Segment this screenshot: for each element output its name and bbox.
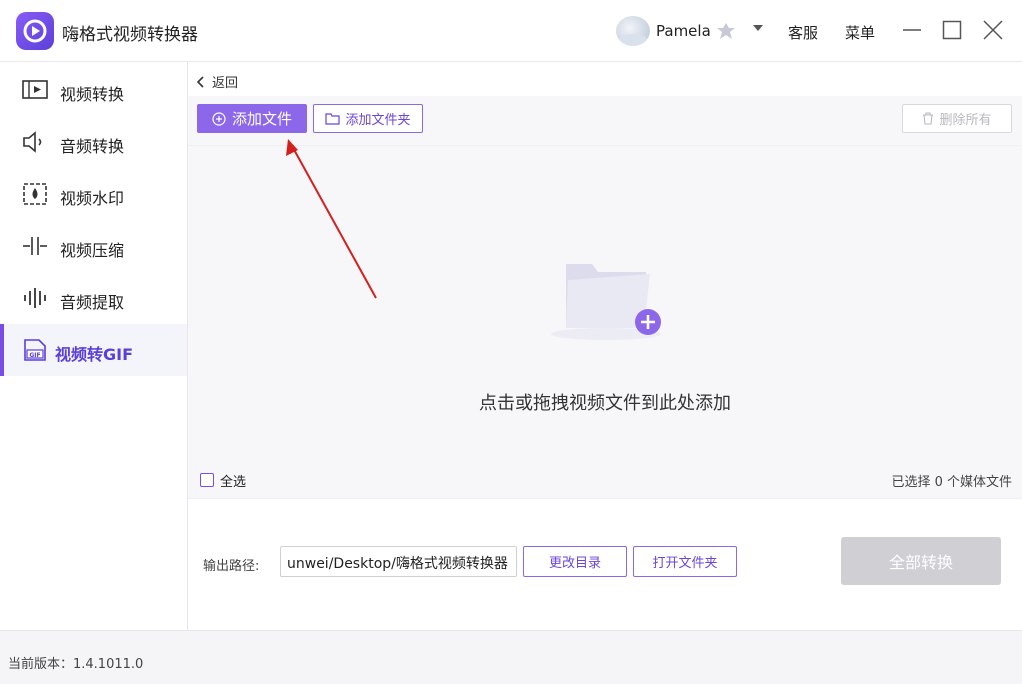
minimize-icon[interactable] (900, 18, 924, 42)
sidebar-item-label: 音频提取 (60, 293, 125, 312)
output-path-label: 输出路径: (203, 559, 260, 574)
close-icon[interactable] (981, 18, 1005, 42)
watermark-icon (22, 182, 48, 206)
add-folder-button[interactable]: 添加文件夹 (313, 104, 423, 133)
trash-icon (923, 112, 934, 125)
delete-all-button[interactable]: 删除所有 (902, 104, 1012, 133)
sidebar-item-label: 音频转换 (60, 137, 125, 156)
sidebar-item-video-convert[interactable]: 视频转换 (0, 64, 187, 116)
back-button[interactable]: 返回 (196, 72, 238, 91)
audio-extract-icon (22, 286, 48, 310)
video-convert-icon (22, 78, 48, 102)
version-label: 当前版本：1.4.1011.0 (8, 657, 144, 672)
folder-icon (325, 113, 341, 125)
open-folder-button[interactable]: 打开文件夹 (633, 546, 737, 577)
convert-all-button[interactable]: 全部转换 (841, 537, 1001, 585)
sidebar-item-watermark[interactable]: 视频水印 (0, 168, 187, 220)
chevron-left-icon (196, 75, 204, 88)
avatar[interactable] (616, 16, 650, 46)
sidebar-item-label: 视频水印 (60, 189, 125, 208)
caret-down-icon[interactable] (752, 22, 764, 36)
add-file-button[interactable]: 添加文件 (197, 104, 307, 133)
maximize-icon[interactable] (940, 18, 964, 42)
app-logo-icon (16, 12, 54, 50)
sidebar-item-audio-extract[interactable]: 音频提取 (0, 272, 187, 324)
gif-icon: GIF (22, 338, 48, 362)
selected-count: 已选择 0 个媒体文件 (891, 475, 1012, 490)
user-name[interactable]: Pamela (656, 22, 711, 40)
status-bar: 当前版本：1.4.1011.0 (0, 630, 1022, 684)
title-bar: 嗨格式视频转换器 Pamela 客服 菜单 (0, 0, 1022, 62)
change-directory-button[interactable]: 更改目录 (523, 546, 627, 577)
sidebar-item-label: 视频压缩 (60, 241, 125, 260)
output-path-field[interactable]: unwei/Desktop/嗨格式视频转换器 (280, 546, 517, 577)
customer-service-link[interactable]: 客服 (788, 22, 818, 43)
app-title: 嗨格式视频转换器 (62, 25, 198, 45)
svg-text:GIF: GIF (29, 352, 40, 359)
sidebar-item-label: 视频转换 (60, 85, 125, 104)
add-folder-label: 添加文件夹 (345, 113, 411, 128)
compress-icon (22, 234, 48, 258)
audio-convert-icon (22, 130, 48, 154)
select-row: 全选 已选择 0 个媒体文件 (188, 466, 1022, 498)
toolbar: 添加文件 添加文件夹 删除所有 (188, 96, 1022, 146)
add-folder-illustration-icon (546, 242, 666, 342)
select-all-label[interactable]: 全选 (220, 471, 246, 490)
sidebar-item-label: 视频转GIF (55, 345, 134, 364)
sidebar-item-compress[interactable]: 视频压缩 (0, 220, 187, 272)
menu-link[interactable]: 菜单 (845, 22, 875, 43)
drop-zone[interactable]: 点击或拖拽视频文件到此处添加 (188, 146, 1022, 498)
main-panel: 返回 添加文件 添加文件夹 删除所有 点击或拖拽视频文件到此处添加 全选 已选择… (188, 62, 1022, 630)
back-label: 返回 (212, 76, 239, 91)
sidebar: 视频转换 音频转换 视频水印 视频压缩 音频提取 GIF 视频转GIF (0, 62, 188, 630)
add-file-label: 添加文件 (231, 110, 292, 128)
output-panel: 输出路径: unwei/Desktop/嗨格式视频转换器 更改目录 打开文件夹 … (188, 498, 1022, 630)
delete-all-label: 删除所有 (939, 113, 992, 128)
plus-circle-icon (212, 111, 226, 126)
drop-hint: 点击或拖拽视频文件到此处添加 (479, 393, 731, 414)
sidebar-item-gif[interactable]: GIF 视频转GIF (0, 324, 187, 376)
select-all-checkbox[interactable] (200, 473, 214, 487)
sidebar-item-audio-convert[interactable]: 音频转换 (0, 116, 187, 168)
vip-badge-icon (716, 22, 736, 40)
